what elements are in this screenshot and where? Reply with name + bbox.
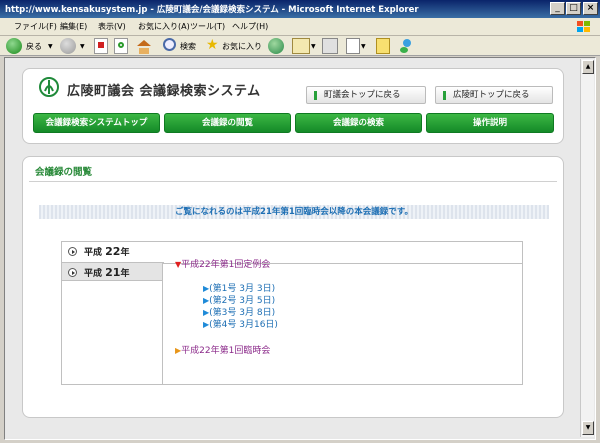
council-top-link-label: 町議会トップに戻る bbox=[324, 90, 401, 100]
menu-bar: ファイル(F) 編集(E) 表示(V) お気に入り(A) ツール(T) ヘルプ(… bbox=[0, 18, 600, 36]
menu-tools[interactable]: ツール(T) bbox=[190, 21, 225, 32]
year-suffix: 年 bbox=[120, 269, 130, 279]
year-tab-h21[interactable]: 平成 21年 bbox=[62, 262, 164, 281]
forward-dropdown-icon[interactable]: ▼ bbox=[80, 43, 85, 50]
year-tab-h22[interactable]: 平成 22年 bbox=[62, 242, 164, 261]
favorites-star-icon[interactable]: ★ bbox=[206, 37, 219, 53]
mail-icon[interactable] bbox=[292, 38, 310, 54]
search-icon[interactable] bbox=[163, 38, 176, 51]
site-title: 広陵町議会 会議録検索システム bbox=[67, 84, 261, 99]
browser-toolbar: 戻る ▼ ▼ 検索 ★ お気に入り ▼ ▼ bbox=[0, 36, 600, 56]
back-button-label[interactable]: 戻る bbox=[26, 41, 42, 52]
meeting-item[interactable]: ▼平成22年第1回定例会 bbox=[175, 257, 270, 270]
minutes-browser: 平成 22年 平成 21年 ▼平成22年第1回定例会 ▶(第1号 3月 3日) … bbox=[61, 241, 523, 385]
meeting-list: ▼平成22年第1回定例会 ▶(第1号 3月 3日) ▶(第2号 3月 5日) ▶… bbox=[162, 260, 522, 384]
minimize-button[interactable]: _ bbox=[550, 2, 565, 15]
stop-icon[interactable] bbox=[94, 38, 108, 54]
session-label: (第4号 3月16日) bbox=[209, 320, 278, 330]
year-tab-bullet-icon bbox=[68, 247, 77, 256]
back-arrow-icon[interactable] bbox=[6, 38, 22, 54]
nav-system-top[interactable]: 会議録検索システムトップ bbox=[33, 113, 160, 133]
menu-file[interactable]: ファイル(F) bbox=[14, 21, 57, 32]
scroll-up-arrow-icon[interactable]: ▲ bbox=[582, 60, 594, 74]
availability-notice: ご覧になれるのは平成21年第1回臨時会以降の本会議録です。 bbox=[39, 205, 549, 219]
town-emblem-icon bbox=[39, 77, 59, 97]
window-title-bar[interactable]: http://www.kensakusystem.jp - 広陵町議会/会議録検… bbox=[0, 0, 600, 18]
mail-dropdown-icon[interactable]: ▼ bbox=[311, 43, 316, 50]
year-number: 22 bbox=[105, 245, 121, 258]
print-icon[interactable] bbox=[322, 38, 338, 54]
edit-icon[interactable] bbox=[346, 38, 360, 54]
session-link[interactable]: ▶(第4号 3月16日) bbox=[203, 317, 278, 330]
nav-search-minutes[interactable]: 会議録の検索 bbox=[295, 113, 422, 133]
messenger-icon[interactable] bbox=[398, 38, 414, 54]
menu-favorites[interactable]: お気に入り(A) bbox=[138, 21, 190, 32]
link-marker-icon bbox=[314, 91, 317, 100]
meeting-title: 平成22年第1回定例会 bbox=[181, 260, 271, 270]
town-top-link[interactable]: 広陵町トップに戻る bbox=[435, 86, 553, 104]
home-icon[interactable] bbox=[136, 38, 152, 54]
refresh-icon[interactable] bbox=[114, 38, 128, 54]
window-title: http://www.kensakusystem.jp - 広陵町議会/会議録検… bbox=[5, 5, 419, 15]
browse-section: 会議録の閲覧 ご覧になれるのは平成21年第1回臨時会以降の本会議録です。 平成 … bbox=[22, 156, 564, 418]
menu-view[interactable]: 表示(V) bbox=[98, 21, 126, 32]
close-button[interactable]: × bbox=[583, 2, 598, 15]
nav-browse-minutes[interactable]: 会議録の閲覧 bbox=[164, 113, 291, 133]
discuss-icon[interactable] bbox=[376, 38, 390, 54]
history-icon[interactable] bbox=[268, 38, 284, 54]
nav-help[interactable]: 操作説明 bbox=[426, 113, 554, 133]
year-number: 21 bbox=[105, 266, 121, 279]
section-title: 会議録の閲覧 bbox=[35, 167, 93, 178]
year-suffix: 年 bbox=[120, 248, 130, 258]
site-header: 広陵町議会 会議録検索システム 町議会トップに戻る 広陵町トップに戻る 会議録検… bbox=[22, 68, 564, 144]
favorites-button-label[interactable]: お気に入り bbox=[222, 41, 262, 52]
section-divider bbox=[29, 181, 557, 182]
vertical-scrollbar[interactable]: ▲ ▼ bbox=[580, 59, 594, 437]
menu-help[interactable]: ヘルプ(H) bbox=[232, 21, 268, 32]
meeting-title: 平成22年第1回臨時会 bbox=[181, 346, 271, 356]
year-prefix: 平成 bbox=[84, 269, 103, 279]
town-top-link-label: 広陵町トップに戻る bbox=[453, 90, 530, 100]
council-top-link[interactable]: 町議会トップに戻る bbox=[306, 86, 426, 104]
year-prefix: 平成 bbox=[84, 248, 103, 258]
scroll-down-arrow-icon[interactable]: ▼ bbox=[582, 421, 594, 435]
back-dropdown-icon[interactable]: ▼ bbox=[48, 43, 53, 50]
forward-arrow-icon[interactable] bbox=[60, 38, 76, 54]
year-tab-bullet-icon bbox=[68, 268, 77, 277]
meeting-item[interactable]: ▶平成22年第1回臨時会 bbox=[175, 343, 270, 356]
windows-logo-icon bbox=[577, 21, 590, 32]
menu-edit[interactable]: 編集(E) bbox=[60, 21, 87, 32]
search-button-label[interactable]: 検索 bbox=[180, 41, 196, 52]
maximize-button[interactable]: □ bbox=[566, 2, 581, 15]
edit-dropdown-icon[interactable]: ▼ bbox=[361, 43, 366, 50]
link-marker-icon bbox=[443, 91, 446, 100]
